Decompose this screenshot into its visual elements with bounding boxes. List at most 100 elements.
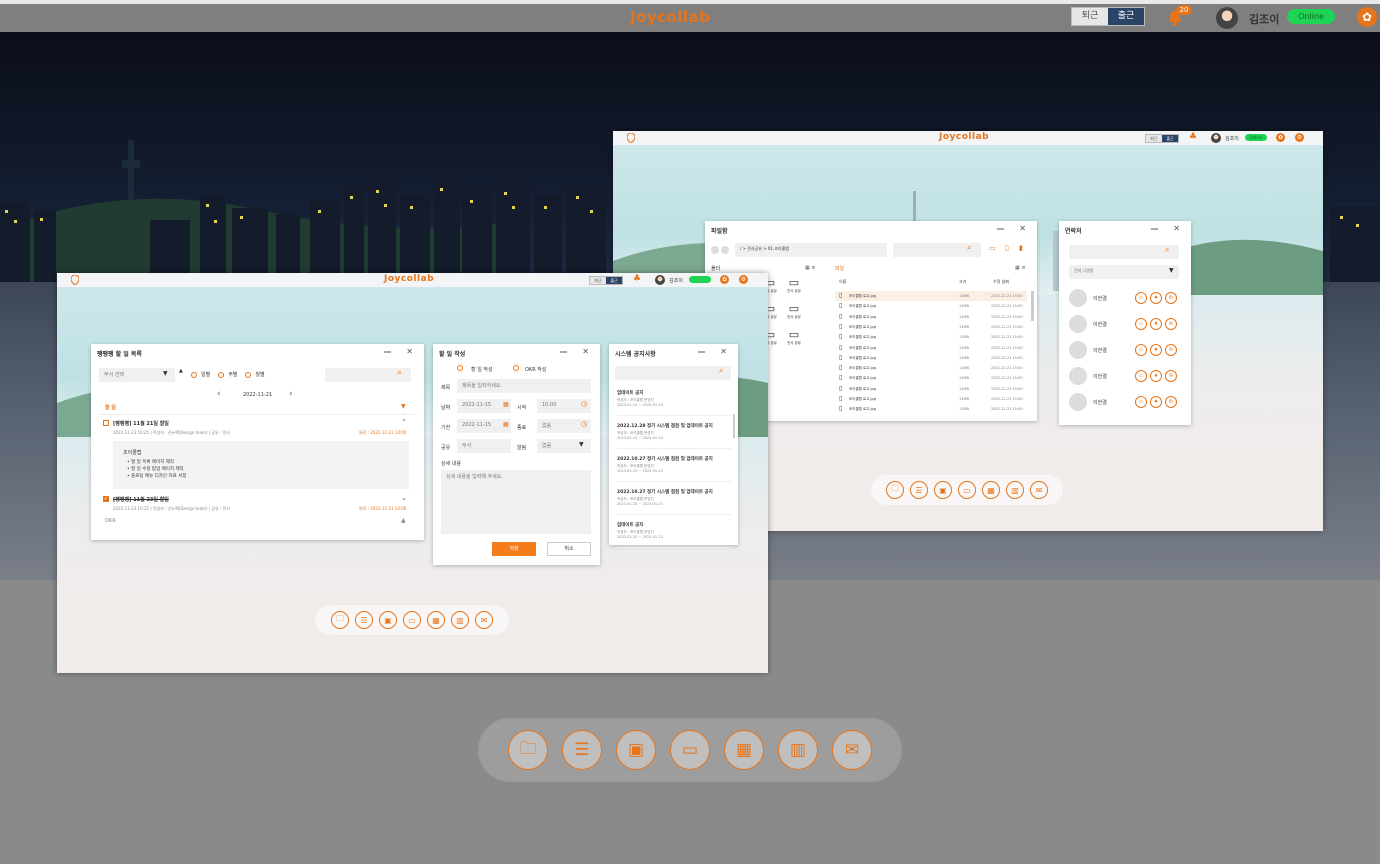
list-item[interactable]: 2022.12.28 정기 시스템 점검 및 업데이트 공지 작성자 : 조이콜랩… [617,419,731,449]
calendar-icon[interactable]: ▦ [503,421,509,428]
detail-textarea[interactable]: 상세 내용을 입력해 주세요. [441,470,591,534]
contact-search-input[interactable] [1069,245,1179,259]
share-select[interactable]: 부서 [457,439,511,453]
search-icon[interactable]: ⌕ [397,368,402,378]
window-controls[interactable]: — ✕ [1151,224,1187,233]
chevron-down-icon[interactable]: ⌄ [401,494,407,502]
preview-clock-in[interactable]: 출근 [1162,135,1178,142]
scrollbar[interactable] [733,414,735,438]
mic-icon[interactable]: ♦ [1150,370,1162,382]
calendar-icon[interactable]: ▦ [982,481,1000,499]
list-item[interactable]: 이한결 ▭ ♦ ✉ [1069,313,1181,335]
preview-clock-out[interactable]: 퇴근 [590,277,606,284]
clock-icon[interactable]: ◷ [581,400,587,408]
clock-out-button[interactable]: 퇴근 [1072,8,1108,25]
table-row[interactable]: ▯ 조이콜랩 로고.jpg 11MB 2022-12-21 15:00 [835,312,1027,322]
list-item[interactable]: 2022.10.27 정기 시스템 점검 및 업데이트 공지 작성자 : 조이콜랩… [617,485,731,515]
mic-icon[interactable]: ♦ [1150,292,1162,304]
library-icon[interactable]: ▥ [451,611,469,629]
chevron-down-icon[interactable]: ▼ [1169,267,1174,274]
folder-icon[interactable]: 🗀 [508,730,548,770]
save-button[interactable]: 저장 [492,542,536,556]
folder-item[interactable]: ▭ 전사 공유 [783,303,805,320]
preview-avatar[interactable] [1211,133,1221,143]
radio-option[interactable]: 주별 [218,371,237,378]
mic-icon[interactable]: ♦ [1150,318,1162,330]
checkbox[interactable] [103,420,109,426]
grid-view-icon[interactable]: ▦ ≡ [805,265,816,271]
section-collapse-icon[interactable]: ▼ [401,403,406,410]
list-icon[interactable]: ☰ [910,481,928,499]
preview-bell-icon[interactable]: ♣ [1189,132,1197,142]
list-item[interactable]: 이한결 ▭ ♦ ✉ [1069,287,1181,309]
search-icon[interactable]: ⌕ [1165,245,1169,255]
list-item[interactable]: 업데이트 공지 작성자 : 조이콜랩 운영진 2023-01-10 ~ 2023-0… [617,518,731,548]
list-item[interactable]: 이한결 ▭ ♦ ✉ [1069,365,1181,387]
forward-icon[interactable] [721,246,729,254]
clock-icon[interactable]: ◷ [581,420,587,428]
chevron-up-icon[interactable]: ⌃ [401,418,407,426]
path-field[interactable]: / > 전사공유 > 01.조이콜랩 [735,243,887,257]
clock-in-button[interactable]: 출근 [1108,8,1144,25]
table-row[interactable]: ▯ 조이콜랩 로고.jpg 11MB 2022-12-21 15:00 [835,394,1027,404]
preview-star-icon[interactable]: ✿ [720,275,729,284]
table-row[interactable]: ▯ 조이콜랩 로고.jpg 11MB 2022-12-21 15:00 [835,332,1027,342]
library-icon[interactable]: ▥ [1006,481,1024,499]
prev-date-button[interactable]: ‹ [217,389,221,399]
avatar[interactable] [1216,7,1238,29]
list-icon[interactable]: ☰ [562,730,602,770]
gear-icon[interactable]: ✿ [1357,7,1377,27]
folder-icon[interactable]: 🗀 [886,481,904,499]
sort-icon[interactable]: ▲ [179,368,183,374]
contact-filter-select[interactable]: 전체 나열함 [1069,265,1179,279]
window-controls[interactable]: — ✕ [698,347,734,356]
chat-icon[interactable]: ✉ [1030,481,1048,499]
list-item[interactable]: 업데이트 공지 작성자 : 조이콜랩 운영진 2023-01-10 ~ 2023-0… [617,386,731,416]
folder-item[interactable]: ▭ 전사 공유 [783,329,805,346]
mic-icon[interactable]: ♦ [1150,344,1162,356]
laptop-icon[interactable]: ▭ [1135,344,1147,356]
laptop-icon[interactable]: ▭ [1135,318,1147,330]
laptop-icon[interactable]: ▭ [958,481,976,499]
radio-option[interactable]: 일별 [191,371,210,378]
contacts-icon[interactable]: ▣ [379,611,397,629]
chevron-down-icon[interactable]: ▼ [163,370,168,377]
laptop-icon[interactable]: ▭ [1135,370,1147,382]
next-date-button[interactable]: › [289,389,293,399]
laptop-icon[interactable]: ▭ [1135,396,1147,408]
search-icon[interactable]: ⌕ [719,366,723,376]
contacts-icon[interactable]: ▣ [616,730,656,770]
chat-icon[interactable]: ✉ [1165,318,1177,330]
preview-bell-icon[interactable]: ♣ [633,274,641,284]
table-row[interactable]: ▯ 조이콜랩 로고.jpg 11MB 2022-12-21 15:00 [835,353,1027,363]
table-row[interactable]: ▯ 조이콜랩 로고.jpg 11MB 2022-12-21 15:00 [835,384,1027,394]
list-item[interactable]: 2022.10.27 정기 시스템 점검 및 업데이트 공지 작성자 : 조이콜랩… [617,452,731,482]
radio-okr[interactable] [513,365,519,371]
list-item[interactable]: 이한결 ▭ ♦ ✉ [1069,391,1181,413]
calendar-icon[interactable]: ▦ [427,611,445,629]
preview-clock-out[interactable]: 퇴근 [1146,135,1162,142]
chat-icon[interactable]: ✉ [1165,370,1177,382]
laptop-icon[interactable]: ▭ [1135,292,1147,304]
table-row[interactable]: ▯ 조이콜랩 로고.jpg 11MB 2022-12-21 15:00 [835,404,1027,414]
file-view-icon[interactable]: ▦ ≡ [1015,265,1026,271]
library-icon[interactable]: ▥ [778,730,818,770]
list-icon[interactable]: ☰ [355,611,373,629]
cancel-button[interactable]: 취소 [547,542,591,556]
trash-icon[interactable]: ▮ [1019,244,1023,252]
search-icon[interactable]: ⌕ [967,243,971,253]
chat-icon[interactable]: ✉ [1165,344,1177,356]
folder-item[interactable]: ▭ 전사 공유 [783,277,805,294]
scrollbar[interactable] [1031,291,1034,321]
table-row[interactable]: ▯ 조이콜랩 로고.jpg 11MB 2022-12-21 15:00 [835,373,1027,383]
laptop-icon[interactable]: ▭ [670,730,710,770]
contacts-icon[interactable]: ▣ [934,481,952,499]
chat-icon[interactable]: ✉ [1165,396,1177,408]
checkbox-checked[interactable]: ✓ [103,496,109,502]
preview-clock-in[interactable]: 출근 [606,277,622,284]
preview-gear-icon[interactable]: ⚙ [739,275,748,284]
preview-avatar[interactable] [655,275,665,285]
location-pin-icon[interactable] [71,275,79,285]
upload-icon[interactable]: ▯ [1005,244,1009,252]
todo-item-title[interactable]: [팽팽팽] 11월 23일 할일 [113,496,169,503]
